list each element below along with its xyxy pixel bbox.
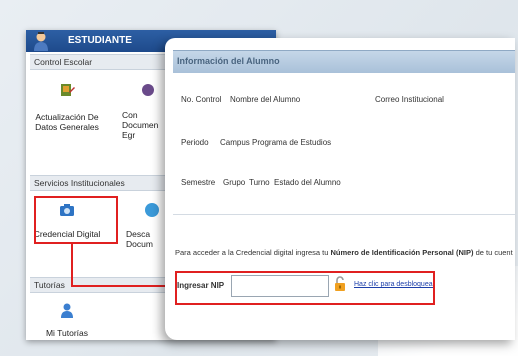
label-correo-institucional: Correo Institucional <box>375 95 444 104</box>
instructions-text: Para acceder a la Credencial digital ing… <box>175 248 329 257</box>
label-periodo: Periodo <box>181 138 209 147</box>
tile-label: Actualización De Datos Generales <box>35 112 99 132</box>
divider <box>173 214 515 215</box>
info-panel-title: Información del Alumno <box>177 56 280 66</box>
tile-label: Desca Docum <box>126 229 153 249</box>
label-grupo: Grupo <box>223 178 246 187</box>
label-campus: Campus <box>220 138 250 147</box>
credencial-highlight-box <box>34 196 118 244</box>
info-panel-header: Información del Alumno <box>173 50 515 73</box>
nip-highlight-box <box>175 271 435 305</box>
download-icon <box>145 203 159 217</box>
tile-actualizacion-datos[interactable]: Actualización De Datos Generales <box>30 82 104 132</box>
student-avatar-icon <box>34 32 48 51</box>
tile-label: Mi Tutorías <box>45 328 89 338</box>
instructions-suffix: de tu cuent <box>475 248 513 257</box>
instructions-bold: Número de Identificación Personal (NIP) <box>330 248 474 257</box>
tile-consulta-documentos[interactable]: Con Documen Egr <box>112 82 162 140</box>
label-semestre: Semestre <box>181 178 216 187</box>
callout-line-vertical <box>71 242 73 286</box>
nip-instructions: Para acceder a la Credencial digital ing… <box>175 248 513 257</box>
label-nombre-alumno: Nombre del Alumno <box>230 95 301 104</box>
tile-mi-tutorias[interactable]: Mi Tutorías <box>30 302 104 338</box>
label-programa-estudios: Programa de Estudios <box>252 138 332 147</box>
callout-line-horizontal <box>71 285 171 287</box>
tile-descarga-documentos[interactable]: Desca Docum <box>126 202 166 249</box>
documents-icon <box>142 84 154 96</box>
label-turno: Turno <box>249 178 270 187</box>
label-estado-alumno: Estado del Alumno <box>274 178 341 187</box>
student-role-title: ESTUDIANTE <box>68 35 132 46</box>
tile-label: Con Documen Egr <box>122 110 159 140</box>
edit-profile-icon <box>61 84 75 96</box>
label-no-control: No. Control <box>181 95 222 104</box>
tutor-icon <box>61 303 73 318</box>
